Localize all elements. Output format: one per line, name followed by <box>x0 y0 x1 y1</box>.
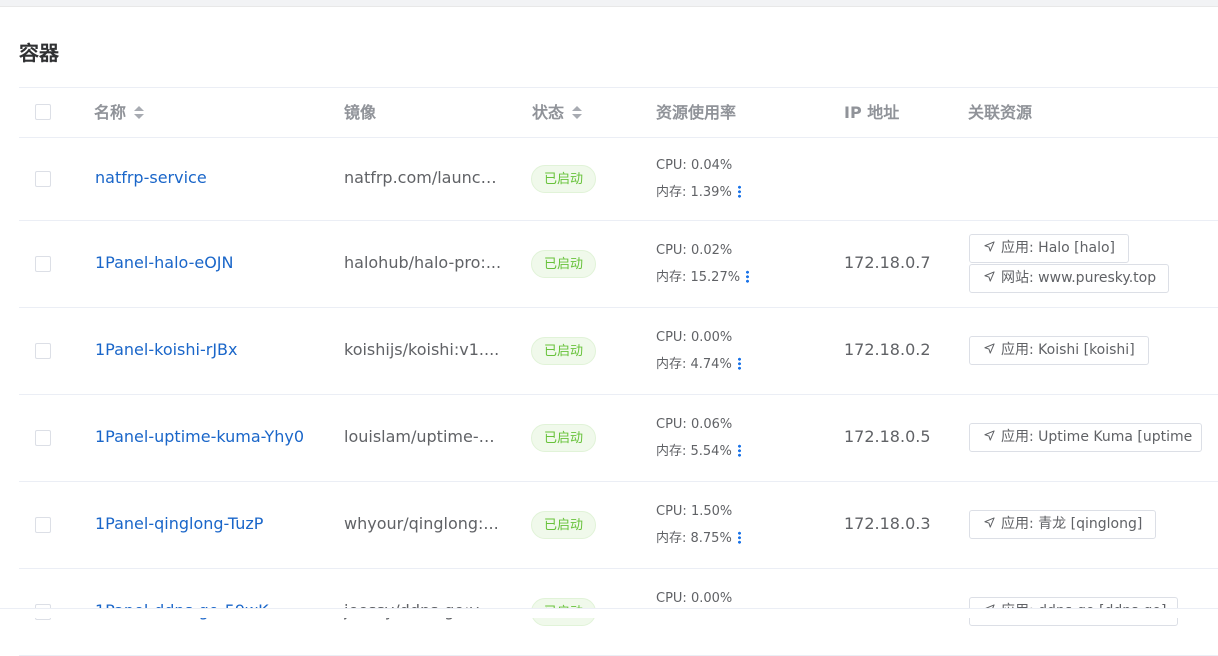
related-resource-label: 应用: Halo [halo] <box>1001 240 1116 256</box>
more-vertical-icon[interactable] <box>737 357 741 370</box>
ip-address: 172.18.0.7 <box>844 253 931 272</box>
related-resource-label: 应用: Uptime Kuma [uptime <box>1001 429 1193 445</box>
container-image: koishijs/koishi:v1.... <box>344 340 500 359</box>
memory-usage-line: 内存: 15.27% <box>656 264 750 291</box>
table-row: 1Panel-qinglong-TuzP whyour/qinglong:...… <box>19 482 1218 569</box>
sort-caret-icon[interactable] <box>134 105 145 121</box>
row-checkbox[interactable] <box>35 517 51 533</box>
cpu-usage: CPU: 1.50% <box>656 504 733 519</box>
table-body: natfrp-service natfrp.com/launcher 已启动 C… <box>19 138 1218 656</box>
table-row: 1Panel-koishi-rJBx koishijs/koishi:v1...… <box>19 308 1218 395</box>
memory-usage-line: 内存: 4.74% <box>656 351 741 378</box>
memory-usage: 内存: 5.54% <box>656 444 732 459</box>
container-image: natfrp.com/launcher <box>344 168 502 187</box>
ip-address: 172.18.0.5 <box>844 427 931 446</box>
related-resource-label: 应用: 青龙 [qinglong] <box>1001 516 1143 532</box>
related-resource-button[interactable]: 应用: Koishi [koishi] <box>969 336 1149 365</box>
container-name-link[interactable]: 1Panel-halo-eOJN <box>95 253 234 272</box>
row-checkbox[interactable] <box>35 171 51 187</box>
status-badge: 已启动 <box>531 250 597 278</box>
resource-usage: CPU: 0.04% 内存: 1.39% <box>656 152 741 206</box>
resource-usage: CPU: 1.50% 内存: 8.75% <box>656 498 741 552</box>
header-status-label: 状态 <box>532 103 565 122</box>
header-image: 镜像 <box>344 103 377 122</box>
container-name-link[interactable]: 1Panel-koishi-rJBx <box>95 340 237 359</box>
more-vertical-icon[interactable] <box>737 444 741 457</box>
containers-table: 名称 镜像 状态 资源使用率 IP 地址 关联资源 natfrp-service… <box>19 87 1218 656</box>
memory-usage-line: 内存: 8.75% <box>656 525 741 552</box>
more-vertical-icon[interactable] <box>737 531 741 544</box>
related-resource-button[interactable]: 应用: Halo [halo] <box>969 234 1129 263</box>
row-checkbox[interactable] <box>35 430 51 446</box>
memory-usage: 内存: 1.39% <box>656 185 732 200</box>
cpu-usage: CPU: 0.00% <box>656 330 733 345</box>
containers-panel: 容器 名称 镜像 状态 资源使用率 IP 地址 关联资源 natfrp-serv… <box>0 7 1218 656</box>
ip-address: 172.18.0.2 <box>844 340 931 359</box>
sort-caret-icon[interactable] <box>572 105 583 121</box>
status-badge: 已启动 <box>531 424 597 452</box>
table-row: 1Panel-uptime-kuma-Yhy0 louislam/uptime-… <box>19 395 1218 482</box>
related-resource-button[interactable]: 网站: www.puresky.top <box>969 264 1169 293</box>
cpu-usage: CPU: 0.04% <box>656 158 733 173</box>
row-checkbox[interactable] <box>35 256 51 272</box>
memory-usage-line: 内存: 1.39% <box>656 179 741 206</box>
container-image: louislam/uptime-k... <box>344 427 502 446</box>
header-name-label: 名称 <box>94 103 127 122</box>
more-vertical-icon[interactable] <box>746 270 750 283</box>
table-row: 1Panel-halo-eOJN halohub/halo-pro:... 已启… <box>19 221 1218 308</box>
top-strip <box>0 0 1218 7</box>
navigation-arrow-icon <box>984 270 995 282</box>
cpu-usage: CPU: 0.06% <box>656 417 733 432</box>
navigation-arrow-icon <box>984 516 995 528</box>
header-status[interactable]: 状态 <box>532 88 583 137</box>
header-ip: IP 地址 <box>844 103 900 122</box>
related-resource-label: 网站: www.puresky.top <box>1001 270 1157 286</box>
status-badge: 已启动 <box>531 337 597 365</box>
more-vertical-icon[interactable] <box>737 185 741 198</box>
memory-usage: 内存: 15.27% <box>656 270 741 285</box>
resource-usage: CPU: 0.06% 内存: 5.54% <box>656 411 741 465</box>
related-resource-label: 应用: Koishi [koishi] <box>1001 342 1135 358</box>
header-name[interactable]: 名称 <box>94 88 145 137</box>
resource-usage: CPU: 0.00% 内存: 4.74% <box>656 324 741 378</box>
page-title: 容器 <box>19 41 59 65</box>
navigation-arrow-icon <box>984 240 995 252</box>
container-image: halohub/halo-pro:... <box>344 253 502 272</box>
header-usage: 资源使用率 <box>656 103 737 122</box>
row-checkbox[interactable] <box>35 343 51 359</box>
memory-usage-line: 内存: 5.54% <box>656 438 741 465</box>
table-header: 名称 镜像 状态 资源使用率 IP 地址 关联资源 <box>19 87 1218 138</box>
cpu-usage: CPU: 0.02% <box>656 243 733 258</box>
memory-usage: 内存: 8.75% <box>656 531 732 546</box>
header-related: 关联资源 <box>968 103 1033 122</box>
related-resource-button[interactable]: 应用: 青龙 [qinglong] <box>969 510 1156 539</box>
status-badge: 已启动 <box>531 511 597 539</box>
related-resource-button[interactable]: 应用: Uptime Kuma [uptime <box>969 423 1202 452</box>
container-name-link[interactable]: natfrp-service <box>95 168 207 187</box>
container-name-link[interactable]: 1Panel-uptime-kuma-Yhy0 <box>95 427 304 446</box>
navigation-arrow-icon <box>984 429 995 441</box>
container-image: whyour/qinglong:... <box>344 514 499 533</box>
memory-usage: 内存: 4.74% <box>656 357 732 372</box>
resource-usage: CPU: 0.02% 内存: 15.27% <box>656 237 750 291</box>
table-row: natfrp-service natfrp.com/launcher 已启动 C… <box>19 138 1218 221</box>
container-name-link[interactable]: 1Panel-qinglong-TuzP <box>95 514 263 533</box>
select-all-checkbox[interactable] <box>35 104 51 120</box>
ip-address: 172.18.0.3 <box>844 514 931 533</box>
navigation-arrow-icon <box>984 342 995 354</box>
status-badge: 已启动 <box>531 165 597 193</box>
